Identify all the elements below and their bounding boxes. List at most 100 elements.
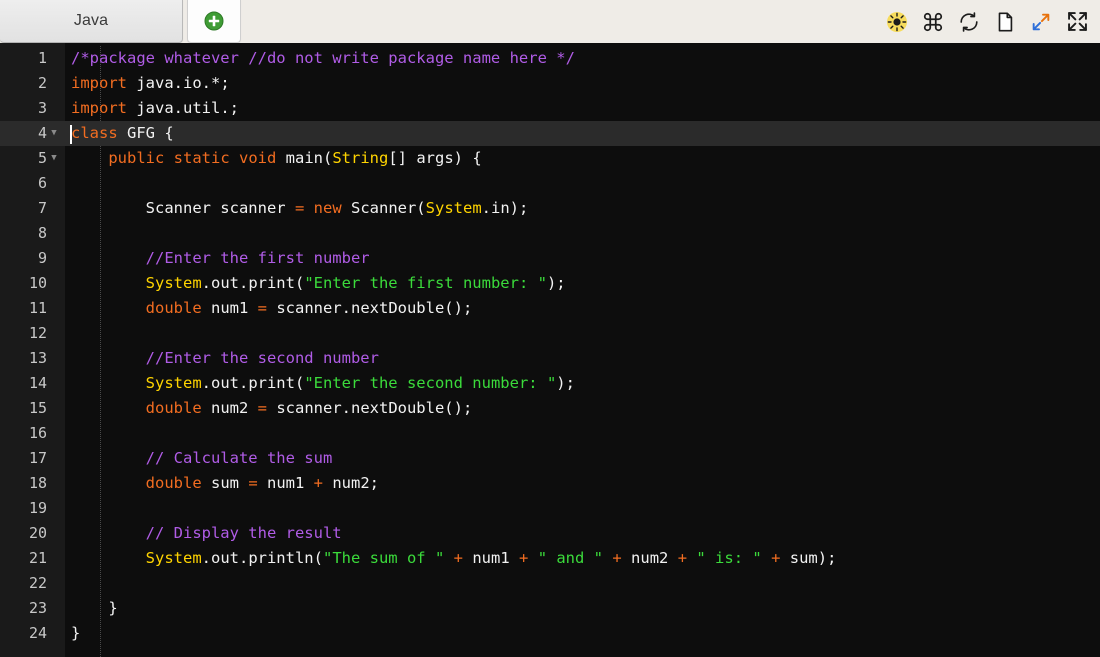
code-line[interactable]: System.out.print("Enter the first number… bbox=[65, 271, 1100, 296]
line-number[interactable]: 10▼ bbox=[0, 271, 65, 296]
line-number-value: 8 bbox=[37, 224, 47, 242]
line-number[interactable]: 9▼ bbox=[0, 246, 65, 271]
token-pln: scanner.nextDouble(); bbox=[267, 399, 473, 417]
code-lines[interactable]: /*package whatever //do not write packag… bbox=[65, 46, 1100, 646]
code-line[interactable]: // Display the result bbox=[65, 521, 1100, 546]
token-pln bbox=[444, 549, 453, 567]
line-number[interactable]: 18▼ bbox=[0, 471, 65, 496]
line-number[interactable]: 8▼ bbox=[0, 221, 65, 246]
line-number-value: 17 bbox=[28, 449, 47, 467]
code-line[interactable]: class GFG { bbox=[65, 121, 1100, 146]
code-line[interactable]: Scanner scanner = new Scanner(System.in)… bbox=[65, 196, 1100, 221]
line-number-value: 24 bbox=[28, 624, 47, 642]
line-number[interactable]: 24▼ bbox=[0, 621, 65, 646]
code-line[interactable]: } bbox=[65, 621, 1100, 646]
line-number-value: 1 bbox=[37, 49, 47, 67]
fold-arrow-icon[interactable]: ▼ bbox=[47, 121, 61, 146]
line-number[interactable]: 16▼ bbox=[0, 421, 65, 446]
code-line[interactable]: //Enter the second number bbox=[65, 346, 1100, 371]
code-line[interactable]: import java.util.; bbox=[65, 96, 1100, 121]
token-str: "Enter the second number: " bbox=[304, 374, 557, 392]
code-line[interactable]: double num1 = scanner.nextDouble(); bbox=[65, 296, 1100, 321]
code-line[interactable] bbox=[65, 571, 1100, 596]
token-op: = bbox=[257, 399, 267, 417]
line-number-value: 19 bbox=[28, 499, 47, 517]
code-area[interactable]: /*package whatever //do not write packag… bbox=[65, 43, 1100, 657]
line-number-value: 10 bbox=[28, 274, 47, 292]
fullscreen-icon[interactable] bbox=[1065, 10, 1089, 34]
token-pln: main( bbox=[276, 149, 333, 167]
code-line[interactable]: /*package whatever //do not write packag… bbox=[65, 46, 1100, 71]
token-pln: ); bbox=[546, 274, 566, 292]
line-number[interactable]: 1▼ bbox=[0, 46, 65, 71]
token-pln: Scanner scanner bbox=[71, 199, 295, 217]
token-pln: .out.print( bbox=[201, 274, 305, 292]
command-icon[interactable] bbox=[921, 10, 945, 34]
line-number[interactable]: 7▼ bbox=[0, 196, 65, 221]
line-number[interactable]: 13▼ bbox=[0, 346, 65, 371]
code-line[interactable] bbox=[65, 496, 1100, 521]
token-pln bbox=[603, 549, 612, 567]
code-line[interactable] bbox=[65, 321, 1100, 346]
line-number[interactable]: 5 ▼ bbox=[0, 146, 65, 171]
line-number-value: 14 bbox=[28, 374, 47, 392]
fold-arrow-icon[interactable]: ▼ bbox=[47, 146, 61, 171]
add-tab-button[interactable] bbox=[187, 0, 241, 43]
token-str: "The sum of " bbox=[322, 549, 445, 567]
line-number[interactable]: 20▼ bbox=[0, 521, 65, 546]
code-line[interactable]: } bbox=[65, 596, 1100, 621]
line-number[interactable]: 3▼ bbox=[0, 96, 65, 121]
line-number-gutter[interactable]: 1▼2▼3▼4▼5▼6▼7▼8▼9▼10▼11▼12▼13▼14▼15▼16▼1… bbox=[0, 43, 65, 657]
line-number[interactable]: 6▼ bbox=[0, 171, 65, 196]
line-number[interactable]: 14▼ bbox=[0, 371, 65, 396]
token-type: System bbox=[145, 374, 202, 392]
line-number[interactable]: 2▼ bbox=[0, 71, 65, 96]
token-pln bbox=[230, 149, 239, 167]
line-number[interactable]: 17▼ bbox=[0, 446, 65, 471]
code-line[interactable]: System.out.print("Enter the second numbe… bbox=[65, 371, 1100, 396]
code-line[interactable]: double num2 = scanner.nextDouble(); bbox=[65, 396, 1100, 421]
line-number[interactable]: 19▼ bbox=[0, 496, 65, 521]
line-number[interactable]: 11▼ bbox=[0, 296, 65, 321]
tab-bar: Java bbox=[0, 0, 1100, 43]
code-line[interactable]: //Enter the first number bbox=[65, 246, 1100, 271]
token-pln: Scanner( bbox=[341, 199, 426, 217]
line-number[interactable]: 15▼ bbox=[0, 396, 65, 421]
token-type: System bbox=[145, 549, 202, 567]
code-line[interactable]: public static void main(String[] args) { bbox=[65, 146, 1100, 171]
token-com: // Display the result bbox=[71, 524, 342, 542]
code-line[interactable]: // Calculate the sum bbox=[65, 446, 1100, 471]
tab-java[interactable]: Java bbox=[0, 0, 183, 43]
code-line[interactable]: import java.io.*; bbox=[65, 71, 1100, 96]
code-line[interactable]: double sum = num1 + num2; bbox=[65, 471, 1100, 496]
line-number[interactable]: 4 ▼ bbox=[0, 121, 65, 146]
line-number-value: 7 bbox=[37, 199, 47, 217]
code-line[interactable] bbox=[65, 171, 1100, 196]
refresh-icon[interactable] bbox=[957, 10, 981, 34]
code-line[interactable]: System.out.println("The sum of " + num1 … bbox=[65, 546, 1100, 571]
token-pln: num2 bbox=[621, 549, 678, 567]
token-pln bbox=[164, 149, 173, 167]
line-number[interactable]: 22▼ bbox=[0, 571, 65, 596]
token-kw: static bbox=[173, 149, 230, 167]
line-number[interactable]: 21▼ bbox=[0, 546, 65, 571]
brightness-icon[interactable] bbox=[885, 10, 909, 34]
code-line[interactable] bbox=[65, 421, 1100, 446]
token-pln: num1 bbox=[201, 299, 258, 317]
code-editor[interactable]: 1▼2▼3▼4▼5▼6▼7▼8▼9▼10▼11▼12▼13▼14▼15▼16▼1… bbox=[0, 43, 1100, 657]
plus-circle-icon bbox=[204, 11, 224, 31]
page-icon[interactable] bbox=[993, 10, 1017, 34]
line-number[interactable]: 12▼ bbox=[0, 321, 65, 346]
token-pln bbox=[687, 549, 696, 567]
token-pln: } bbox=[71, 624, 81, 642]
resize-diagonal-icon[interactable] bbox=[1029, 10, 1053, 34]
line-number-value: 18 bbox=[28, 474, 47, 492]
line-number-value: 9 bbox=[37, 249, 47, 267]
token-kw: import bbox=[71, 99, 127, 117]
token-pln: [] args) { bbox=[388, 149, 482, 167]
token-pln bbox=[71, 299, 146, 317]
token-kw: import bbox=[71, 74, 127, 92]
line-number[interactable]: 23▼ bbox=[0, 596, 65, 621]
token-com: // Calculate the sum bbox=[71, 449, 333, 467]
code-line[interactable] bbox=[65, 221, 1100, 246]
